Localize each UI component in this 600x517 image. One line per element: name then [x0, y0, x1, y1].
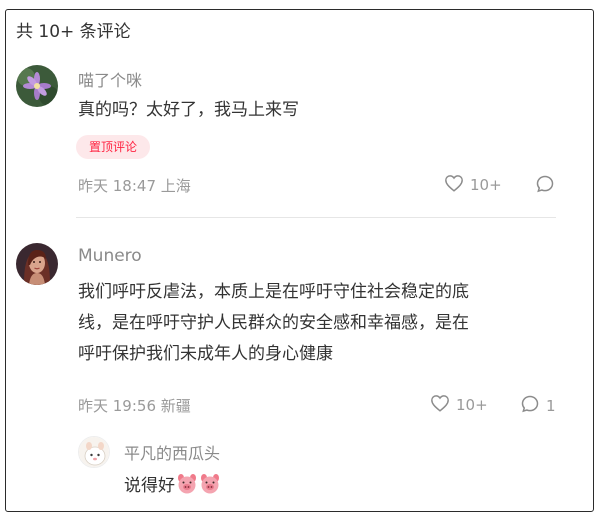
heart-outline-icon — [444, 174, 464, 196]
reply-count: 1 — [546, 397, 556, 415]
avatar[interactable] — [16, 65, 58, 107]
reply-username[interactable]: 平凡的西瓜头 — [124, 440, 220, 464]
comment-username[interactable]: 喵了个咪 — [78, 67, 142, 91]
pig-face-emoji — [176, 474, 198, 505]
reply-text: 说得好 — [124, 471, 221, 505]
comment-time-location: 昨天 19:56 新疆 — [78, 397, 191, 415]
pinned-comment-badge: 置顶评论 — [76, 135, 150, 159]
comment-text-line: 呼吁保护我们未成年人的身心健康 — [78, 344, 333, 364]
speech-bubble-icon — [535, 174, 555, 198]
like-count: 10+ — [456, 396, 488, 414]
like-count: 10+ — [470, 176, 502, 194]
speech-bubble-icon — [520, 394, 540, 418]
heart-outline-icon — [430, 394, 450, 416]
comment-text-line: 线，是在呼吁守护人民群众的安全感和幸福感，是在 — [78, 313, 469, 333]
comment-text: 真的吗？太好了，我马上来写 — [78, 100, 299, 120]
reply-button[interactable]: 1 — [520, 394, 556, 418]
comment-username[interactable]: Munero — [78, 246, 142, 266]
like-button[interactable]: 10+ — [430, 394, 488, 416]
comments-panel: 共 10+ 条评论 喵了个咪 真的吗？太好了，我马上来写 置顶评论 昨天 18:… — [5, 9, 594, 512]
pig-face-emoji — [199, 474, 221, 505]
comment-divider — [76, 217, 556, 218]
reply-button[interactable] — [535, 174, 561, 198]
like-button[interactable]: 10+ — [444, 174, 502, 196]
avatar[interactable] — [78, 436, 110, 468]
comment-text: 我们呼吁反虐法，本质上是在呼吁守住社会稳定的底 线，是在呼吁守护人民群众的安全感… — [78, 277, 469, 370]
comment-count: 共 10+ 条评论 — [16, 22, 131, 42]
avatar[interactable] — [16, 243, 58, 285]
comment-time-location: 昨天 18:47 上海 — [78, 177, 191, 195]
comment-text-line: 我们呼吁反虐法，本质上是在呼吁守住社会稳定的底 — [78, 282, 469, 302]
reply-text-content: 说得好 — [124, 476, 175, 496]
